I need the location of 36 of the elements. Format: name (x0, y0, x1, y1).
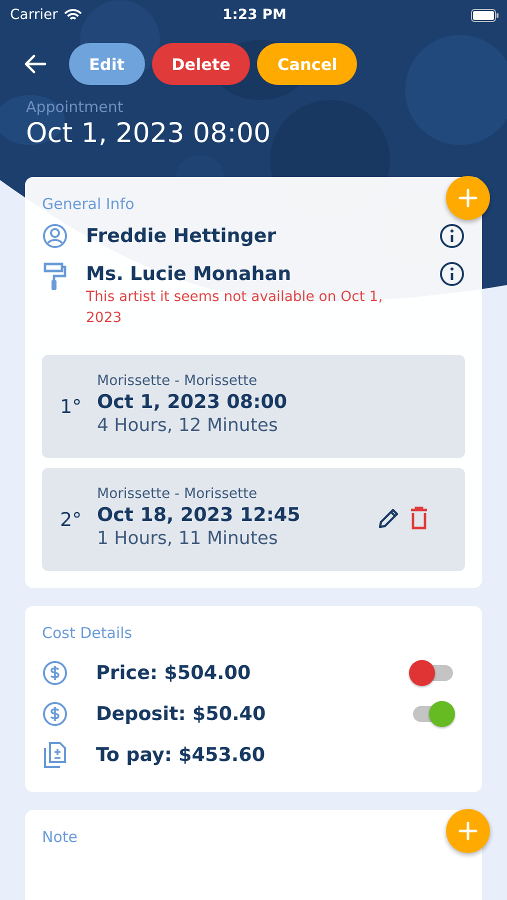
cost-label: Deposit: $50.40 (96, 702, 267, 724)
plus-icon (458, 821, 478, 841)
page-title: Oct 1, 2023 08:00 (26, 118, 272, 149)
section-title: Cost Details (42, 624, 134, 642)
section-title: General Info (42, 195, 136, 213)
plus-icon (458, 188, 478, 208)
warning-text: This artist it seems not available on Oct 1, 2023 (86, 288, 384, 328)
cost-label: Price: $504.00 (96, 662, 252, 684)
session-duration: 4 Hours, 12 Minutes (97, 415, 279, 436)
add-button[interactable] (446, 176, 490, 220)
user-icon (42, 223, 68, 249)
session-date: Oct 18, 2023 12:45 (97, 504, 302, 526)
wifi-icon (64, 8, 82, 22)
session-location: Morissette - Morissette (97, 486, 258, 502)
session-index: 1° (60, 394, 83, 418)
status-time: 1:23 PM (222, 7, 286, 23)
carrier-label: Carrier (10, 7, 58, 23)
session-date: Oct 1, 2023 08:00 (97, 391, 288, 413)
page-subtitle: Appointment (26, 98, 124, 116)
trash-icon[interactable] (409, 506, 429, 530)
person-name: Freddie Hettinger (86, 224, 278, 249)
cost-label: To pay: $453.60 (96, 744, 266, 766)
info-icon[interactable] (439, 223, 465, 249)
cancel-button[interactable]: Cancel (257, 43, 358, 85)
document-icon (42, 740, 68, 768)
paint-roller-icon (42, 261, 68, 291)
session-location: Morissette - Morissette (97, 373, 258, 389)
battery-icon (470, 8, 499, 22)
info-icon[interactable] (439, 261, 465, 287)
dollar-icon (42, 700, 68, 726)
session-duration: 1 Hours, 11 Minutes (97, 528, 279, 549)
person-name: Ms. Lucie Monahan (86, 262, 292, 287)
session-index: 2° (60, 508, 83, 530)
delete-button[interactable]: Delete (152, 43, 250, 85)
section-title: Note (42, 828, 79, 846)
dollar-icon (42, 660, 68, 686)
